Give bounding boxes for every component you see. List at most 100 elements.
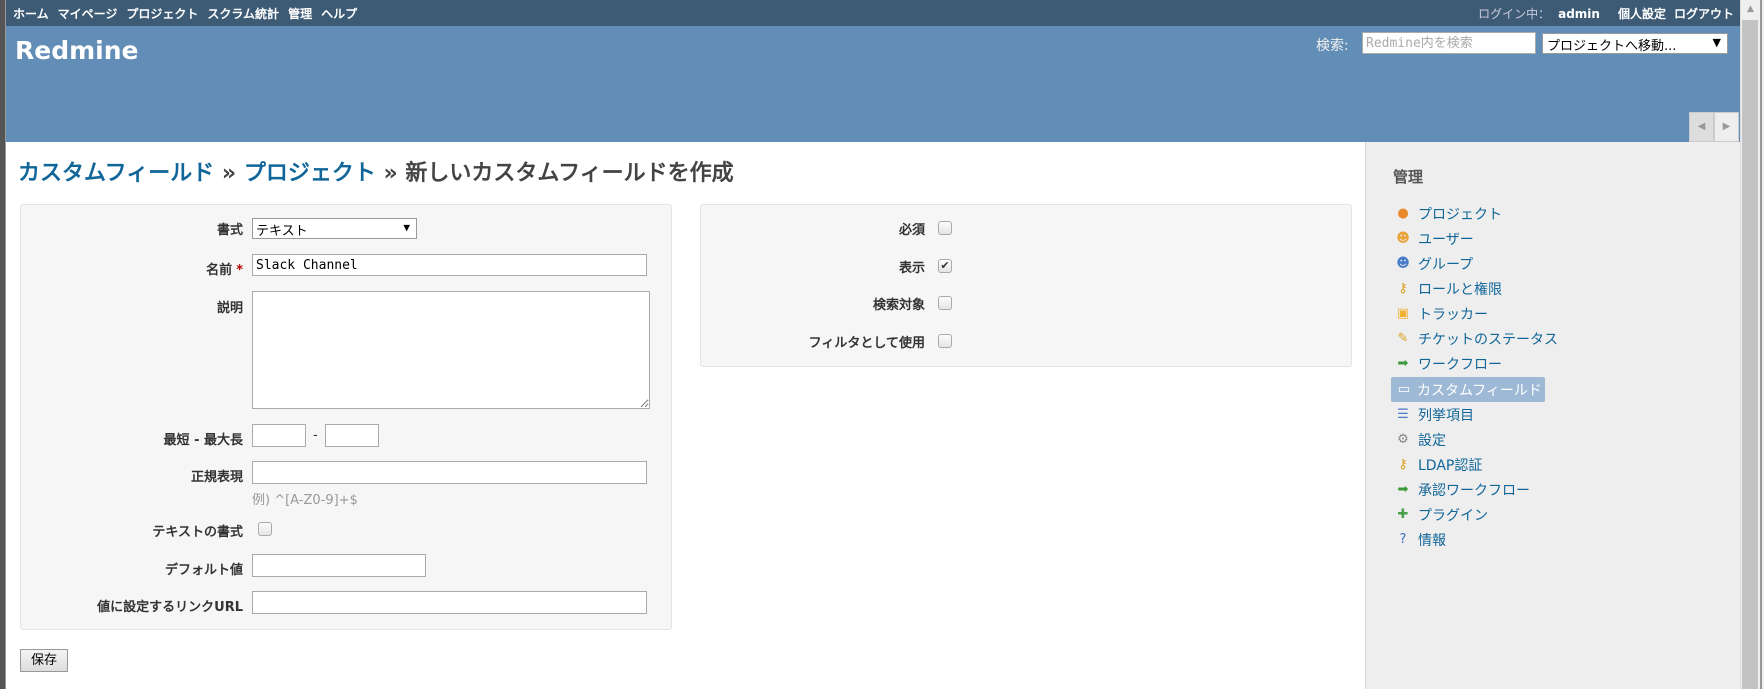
tab-prev-button[interactable]: ◀ [1689,112,1714,142]
searchable-label: 検索対象 [872,298,925,313]
window-edge [1760,0,1762,689]
name-label-text: 名前 [206,263,233,278]
regexp-label: 正規表現 [190,470,243,485]
custom-field-form-right: 必須 表示 ✔ 検索対象 フィルタとして使用 [700,204,1352,367]
logged-in-label: ログイン中： [1478,7,1551,21]
text-formatting-checkbox[interactable] [258,522,272,536]
name-input[interactable] [252,254,647,276]
default-value-label: デフォルト値 [164,563,243,578]
sidebar-item-issue-statuses[interactable]: ✎ チケットのステータス [1391,326,1561,351]
sidebar-item-label: ユーザー [1418,231,1474,248]
breadcrumb-custom-fields[interactable]: カスタムフィールド [18,161,214,186]
menu-my-page[interactable]: マイページ [58,5,118,22]
url-pattern-label: 値に設定するリンクURL [97,600,243,615]
default-value-input[interactable] [252,554,426,577]
custom-fields-icon: ▭ [1397,381,1411,397]
sidebar-item-approval-workflow[interactable]: ➡ 承認ワークフロー [1391,477,1533,502]
sidebar-item-enumerations[interactable]: ☰ 列挙項目 [1391,402,1477,427]
scroll-up-icon[interactable]: ▲ [1747,4,1754,14]
sidebar-item-custom-fields[interactable]: ▭ カスタムフィールド [1391,377,1545,402]
regexp-input[interactable] [252,461,647,484]
sidebar-item-label: 列挙項目 [1418,407,1474,424]
required-label: 必須 [898,223,925,238]
sidebar-item-label: ロールと権限 [1418,281,1502,298]
regexp-hint: 例) ^[A-Z0-9]+$ [252,493,358,508]
project-jump-value: プロジェクトへ移動... [1547,39,1677,54]
sidebar-item-groups[interactable]: ☻ グループ [1391,251,1476,276]
user-icon: ☻ [1396,230,1410,246]
vertical-scrollbar[interactable]: ▲ [1740,0,1764,689]
projects-icon: ● [1397,205,1409,221]
search-label: 検索: [1316,38,1349,54]
sidebar-item-users[interactable]: ☻ ユーザー [1391,226,1477,251]
sidebar-item-settings[interactable]: ⚙ 設定 [1391,427,1449,452]
save-button[interactable]: 保存 [20,649,68,672]
menu-home[interactable]: ホーム [13,5,49,22]
filter-checkbox[interactable] [938,334,952,348]
visible-checkbox[interactable]: ✔ [938,259,952,273]
url-pattern-input[interactable] [252,591,647,614]
sidebar-item-roles[interactable]: ⚷ ロールと権限 [1391,276,1505,301]
logout-link[interactable]: ログアウト [1674,5,1734,22]
sidebar-item-trackers[interactable]: ▣ トラッカー [1391,301,1491,326]
visible-label: 表示 [898,261,925,276]
sidebar-item-label: 承認ワークフロー [1418,482,1530,499]
plugin-icon: ✚ [1397,506,1409,522]
group-icon: ☻ [1396,255,1410,271]
text-formatting-label: テキストの書式 [152,525,243,540]
breadcrumb-separator: » [221,161,237,186]
sidebar-item-label: チケットのステータス [1418,331,1558,348]
top-menu: ホーム マイページ プロジェクト スクラム統計 管理 ヘルプ ログイン中： ad… [6,0,1740,26]
sidebar-item-label: 設定 [1418,432,1446,449]
info-icon: ? [1399,531,1407,547]
gear-icon: ⚙ [1397,431,1409,447]
sidebar-item-label: 情報 [1418,532,1446,549]
page-title-text: 新しいカスタムフィールドを作成 [405,161,734,186]
issue-status-icon: ✎ [1397,330,1409,346]
tracker-icon: ▣ [1396,305,1410,321]
min-length-input[interactable] [252,424,306,447]
sidebar-item-label: グループ [1418,256,1474,273]
menu-help[interactable]: ヘルプ [321,5,357,22]
sidebar-item-label: プロジェクト [1418,206,1502,223]
dropdown-arrow-icon: ▼ [1712,36,1721,49]
sidebar-item-projects[interactable]: ● プロジェクト [1391,201,1505,226]
searchable-checkbox[interactable] [938,296,952,310]
tab-next-button[interactable]: ▶ [1714,112,1739,142]
menu-admin[interactable]: 管理 [288,5,312,22]
page-title: カスタムフィールド » プロジェクト » 新しいカスタムフィールドを作成 [18,155,734,187]
tab-scroll-buttons: ◀ ▶ [1689,112,1739,142]
menu-projects[interactable]: プロジェクト [126,5,198,22]
workflow-icon: ➡ [1397,355,1409,371]
my-account-link[interactable]: 個人設定 [1618,5,1666,22]
app-title: Redmine [15,36,139,65]
menu-scrum-stats[interactable]: スクラム統計 [207,5,279,22]
length-label: 最短 - 最大長 [163,433,243,448]
sidebar-item-label: プラグイン [1418,507,1488,524]
breadcrumb-project[interactable]: プロジェクト [244,161,376,186]
ldap-icon: ⚷ [1398,456,1408,472]
list-icon: ☰ [1397,406,1409,422]
required-mark: * [236,263,243,278]
description-label: 説明 [216,301,243,316]
workflow-icon: ➡ [1397,481,1409,497]
sidebar-item-workflow[interactable]: ➡ ワークフロー [1391,351,1505,376]
sidebar-item-label: ワークフロー [1418,356,1502,373]
name-label: 名前 * [206,259,243,278]
sidebar-item-info[interactable]: ? 情報 [1391,527,1449,552]
sidebar-item-label: LDAP認証 [1418,457,1483,474]
format-label: 書式 [216,223,243,238]
format-select-value: テキスト [256,224,308,239]
custom-field-form-left: 書式 テキスト ▼ 名前* 説明 最短 - 最大長 - 正規表現 例) ^[A-Z… [20,204,672,630]
format-select[interactable]: テキスト ▼ [252,218,417,239]
scrollbar-thumb[interactable] [1742,20,1758,689]
sidebar-item-ldap[interactable]: ⚷ LDAP認証 [1391,452,1485,477]
length-separator: - [313,428,318,443]
search-input[interactable] [1362,32,1536,54]
description-textarea[interactable] [252,291,650,409]
sidebar-item-plugins[interactable]: ✚ プラグイン [1391,502,1491,527]
max-length-input[interactable] [325,424,379,447]
project-jump-select[interactable]: プロジェクトへ移動... ▼ [1542,33,1728,54]
user-link[interactable]: admin [1558,7,1600,21]
required-checkbox[interactable] [938,221,952,235]
